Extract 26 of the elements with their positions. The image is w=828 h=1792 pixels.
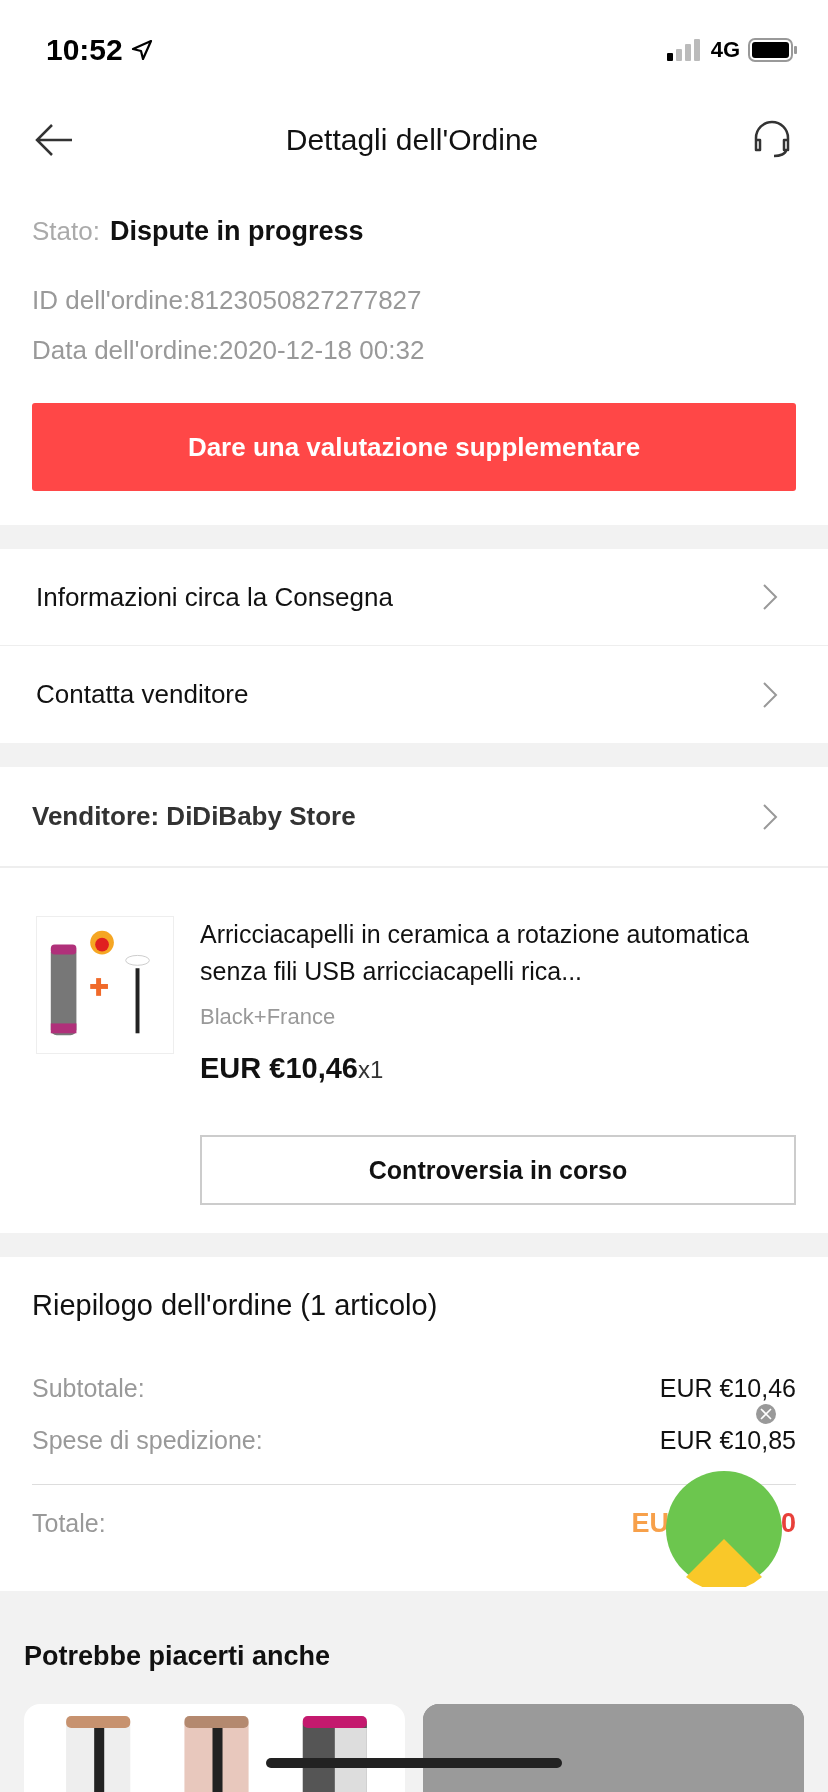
status-time: 10:52 xyxy=(46,33,123,67)
order-id: ID dell'ordine:8123050827277827 xyxy=(32,284,423,317)
menu-row-label: Informazioni circa la Consegna xyxy=(36,581,393,613)
menu-row[interactable]: Informazioni circa la Consegna xyxy=(0,549,828,646)
status-label: Stato: xyxy=(32,216,100,247)
order-date: Data dell'ordine:2020-12-18 00:32 xyxy=(32,334,426,367)
summary-value: EUR €10,46 xyxy=(659,1373,796,1403)
dispute-button[interactable]: Controversia in corso xyxy=(200,1135,796,1205)
summary-label: Spese di spedizione: xyxy=(32,1425,263,1455)
menu-row[interactable]: Contatta venditore xyxy=(0,646,828,743)
product-quantity: x1 xyxy=(358,1056,384,1084)
order-status: Dispute in progress xyxy=(109,216,364,247)
total-value: 0 xyxy=(780,1507,796,1539)
section-title: Potrebbe piacerti anche xyxy=(24,1641,332,1672)
product-variant: Black+France xyxy=(200,1004,337,1030)
total-label: Totale: xyxy=(32,1508,106,1538)
page-title: Dettagli dell'Ordine xyxy=(285,123,539,157)
network-label: 4G xyxy=(710,37,740,63)
summary-label: Subtotale: xyxy=(32,1373,145,1403)
seller-row[interactable]: Venditore: DiDiBaby Store xyxy=(0,767,828,867)
product-title[interactable]: Arricciacapelli in ceramica a rotazione automatica senza fili USB arricciacapelli rica... xyxy=(200,916,796,990)
summary-title: Riepilogo dell'ordine (1 articolo) xyxy=(32,1289,439,1322)
summary-value: EUR €10,85 xyxy=(659,1425,796,1455)
seller-name: Venditore: DiDiBaby Store xyxy=(32,801,356,832)
menu-row-label: Contatta venditore xyxy=(36,679,249,710)
product-price: EUR €10,46 xyxy=(200,1052,358,1085)
